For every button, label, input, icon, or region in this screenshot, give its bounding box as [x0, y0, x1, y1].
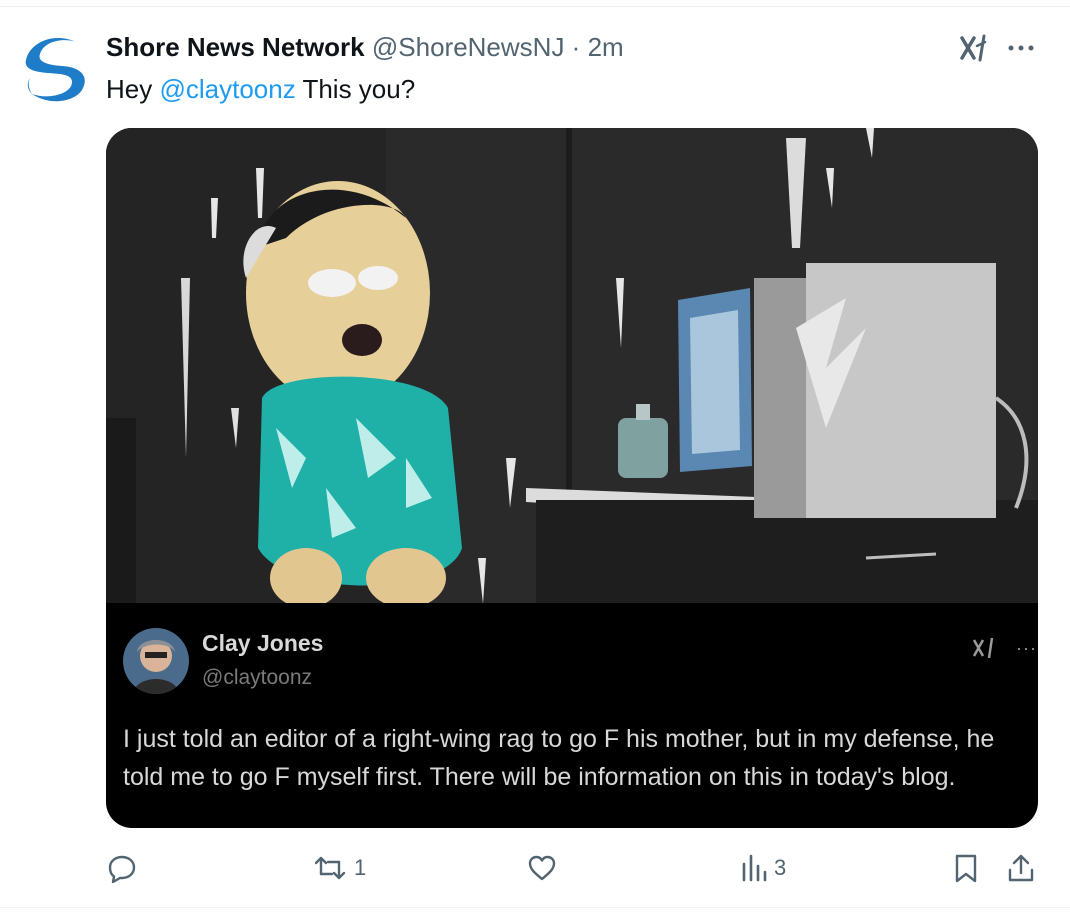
tweet-action-bar: 1 3: [0, 846, 1070, 890]
author-handle[interactable]: @ShoreNewsNJ: [372, 32, 565, 62]
separator-dot: ·: [571, 32, 581, 62]
cartoon-illustration: [106, 128, 1038, 604]
like-button[interactable]: [526, 846, 564, 890]
tweet-media-image[interactable]: Clay Jones @claytoonz ··· I just told an…: [106, 128, 1038, 828]
repost-count: 1: [354, 855, 367, 880]
quoted-author-handle: @claytoonz: [202, 666, 313, 689]
share-icon: [1006, 852, 1036, 884]
quoted-post-text: I just told an editor of a right-wing ra…: [123, 725, 995, 791]
views-count: 3: [774, 855, 787, 880]
reply-icon: [106, 852, 138, 884]
tweet-text-before: Hey: [106, 74, 160, 104]
more-icon[interactable]: [1004, 32, 1038, 64]
tweet-timestamp[interactable]: 2m: [588, 32, 624, 62]
bookmark-icon: [952, 852, 980, 884]
quoted-more-icon: ···: [1016, 638, 1037, 658]
reply-button[interactable]: [106, 846, 144, 890]
views-button[interactable]: 3: [740, 846, 786, 890]
heart-icon: [526, 852, 558, 884]
mention-link[interactable]: @claytoonz: [159, 74, 295, 104]
quoted-author-name: Clay Jones: [202, 630, 324, 656]
author-display-name[interactable]: Shore News Network: [106, 32, 365, 62]
author-avatar[interactable]: [18, 32, 90, 104]
tweet-text-after: This you?: [295, 74, 416, 104]
tweet-header: Shore News Network @ShoreNewsNJ · 2m: [106, 30, 624, 64]
repost-icon: [312, 852, 348, 884]
grok-icon[interactable]: [958, 32, 992, 64]
quoted-avatar: [123, 628, 189, 694]
bottom-divider: [0, 907, 1070, 908]
repost-button[interactable]: 1: [312, 846, 366, 890]
top-divider: [0, 6, 1070, 7]
quoted-grok-icon: [972, 636, 998, 660]
bookmark-button[interactable]: [952, 846, 980, 890]
share-button[interactable]: [1006, 846, 1036, 890]
tweet-text: Hey @claytoonz This you?: [106, 72, 415, 106]
views-icon: [740, 852, 768, 884]
